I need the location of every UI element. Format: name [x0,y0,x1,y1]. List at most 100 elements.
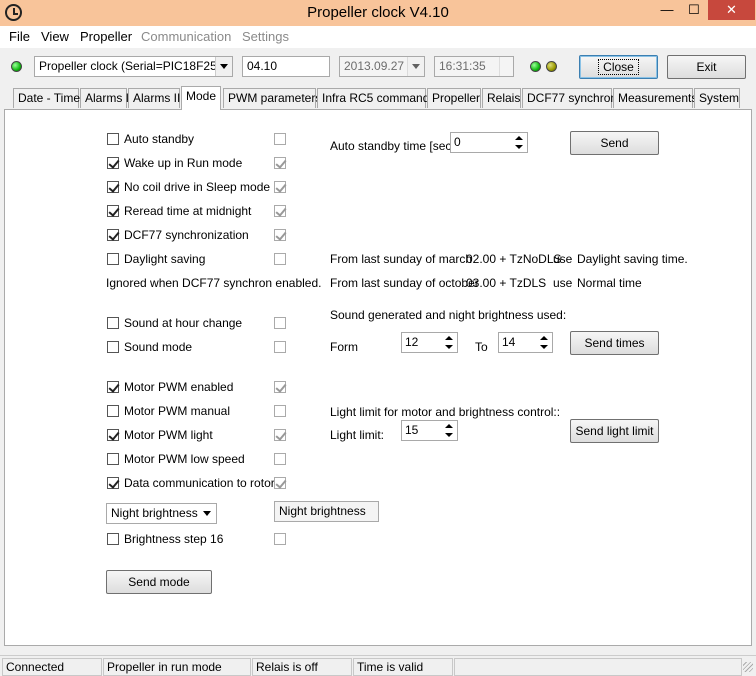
sound-mode-label: Sound mode [124,340,193,354]
motor-pwm-enabled-checkbox[interactable] [107,381,119,393]
chevron-down-icon[interactable] [215,57,232,76]
motor-pwm-light-label: Motor PWM light [124,428,213,442]
tab-infra-rc5-commands[interactable]: Infra RC5 commands [317,88,435,108]
tab-dcf77-synchron[interactable]: DCF77 synchron [522,88,617,108]
dcf77-sync-echo [274,229,286,241]
send-standby-button[interactable]: Send [570,131,659,155]
menu-file[interactable]: File [9,29,30,44]
brightness-step-label: Brightness step 16 [124,532,224,546]
data-comm-rotor-label: Data communication to rotor [124,476,275,490]
light-limit-stepper[interactable]: 15 [401,420,458,441]
dcf77-sync-checkbox[interactable] [107,229,119,241]
reread-time-checkbox[interactable] [107,205,119,217]
menu-propeller[interactable]: Propeller [80,29,132,44]
calendar-dropdown-icon[interactable] [407,57,424,76]
date-field[interactable]: 2013.09.27 [339,56,425,77]
motor-pwm-manual-echo [274,405,286,417]
time-field[interactable]: 16:31:35 [434,56,514,77]
title-bar: Propeller clock V4.10 — ☐ ✕ [0,0,756,26]
spinner-icon[interactable] [443,421,457,440]
minimize-button[interactable]: — [654,0,680,20]
tab-mode[interactable]: Mode [181,86,221,110]
menu-settings[interactable]: Settings [242,29,289,44]
auto-standby-checkbox[interactable] [107,133,119,145]
auto-standby-time-label: Auto standby time [sec]: [330,139,459,153]
tab-relais[interactable]: Relais [482,88,521,108]
spinner-icon[interactable] [513,133,527,152]
light-heading: Light limit for motor and brightness con… [330,405,561,419]
daylight-saving-echo [274,253,286,265]
send-times-button[interactable]: Send times [570,331,659,355]
dst-march-from: From last sunday of march [330,252,473,266]
auto-standby-echo [274,133,286,145]
send-mode-button[interactable]: Send mode [106,570,212,594]
tab-date-time[interactable]: Date - Time [13,88,80,108]
close-button[interactable]: Close [579,55,658,79]
form-stepper[interactable]: 12 [401,332,458,353]
time-spinner-icon[interactable] [499,57,513,76]
time-value: 16:31:35 [439,59,486,73]
wake-up-run-label: Wake up in Run mode [124,156,243,170]
motor-pwm-manual-checkbox[interactable] [107,405,119,417]
spinner-icon[interactable] [538,333,552,352]
dst-october-offset: 03.00 + TzDLS [466,276,547,290]
to-stepper[interactable]: 14 [498,332,553,353]
data-comm-rotor-checkbox[interactable] [107,477,119,489]
auto-standby-time-stepper[interactable]: 0 [450,132,528,153]
tab-system[interactable]: System [694,88,740,108]
brightness-step-echo [274,533,286,545]
chevron-down-icon[interactable] [199,504,216,523]
form-value: 12 [405,335,419,349]
tab-alarms-i[interactable]: Alarms I [80,88,129,108]
light-limit-value: 15 [405,423,419,437]
spinner-icon[interactable] [443,333,457,352]
motor-pwm-manual-label: Motor PWM manual [124,404,231,418]
dst-march-what: Daylight saving time. [577,252,688,266]
status-led-olive-icon [546,61,557,72]
version-field[interactable]: 04.10 [242,56,330,77]
dst-october-use: use [553,276,573,290]
tab-measurements[interactable]: Measurements [613,88,697,108]
window-title: Propeller clock V4.10 [307,4,449,21]
tab-alarms-ii[interactable]: Alarms II [128,88,180,108]
dst-note: Ignored when DCF77 synchron enabled. [106,276,322,290]
no-coil-drive-checkbox[interactable] [107,181,119,193]
dcf77-sync-label: DCF77 synchronization [124,228,249,242]
sound-mode-echo [274,341,286,353]
status-bar: Connected Propeller in run mode Relais i… [0,655,756,676]
maximize-button[interactable]: ☐ [681,0,707,20]
brightness-readout: Night brightness [274,501,379,522]
wake-up-run-checkbox[interactable] [107,157,119,169]
date-value: 2013.09.27 [344,59,405,73]
tab-pwm-parameters[interactable]: PWM parameters [223,88,321,108]
reread-time-label: Reread time at midnight [124,204,252,218]
sound-hour-change-checkbox[interactable] [107,317,119,329]
sound-mode-checkbox[interactable] [107,341,119,353]
resize-grip-icon[interactable] [743,662,753,672]
dst-march-use: use [553,252,573,266]
auto-standby-label: Auto standby [124,132,195,146]
motor-pwm-light-checkbox[interactable] [107,429,119,441]
brightness-step-checkbox[interactable] [107,533,119,545]
tab-propeller[interactable]: Propeller [427,88,481,108]
motor-pwm-light-echo [274,429,286,441]
connection-led-icon [11,61,22,72]
send-light-limit-button[interactable]: Send light limit [570,419,659,443]
exit-button[interactable]: Exit [667,55,746,79]
menu-view[interactable]: View [41,29,69,44]
daylight-saving-checkbox[interactable] [107,253,119,265]
device-select[interactable]: Propeller clock (Serial=PIC18F2550) [34,56,233,77]
no-coil-drive-label: No coil drive in Sleep mode [124,180,271,194]
to-value: 14 [502,335,516,349]
daylight-saving-label: Daylight saving [124,252,206,266]
data-comm-rotor-echo [274,477,286,489]
motor-pwm-low-speed-checkbox[interactable] [107,453,119,465]
brightness-select[interactable]: Night brightness [106,503,217,524]
dst-march-offset: 02.00 + TzNoDLS [466,252,562,266]
no-coil-drive-echo [274,181,286,193]
device-select-value: Propeller clock (Serial=PIC18F2550) [39,59,233,73]
status-relais: Relais is off [252,658,352,676]
menu-communication[interactable]: Communication [141,29,231,44]
menu-bar: File View Propeller Communication Settin… [0,26,756,48]
window-close-button[interactable]: ✕ [708,0,755,20]
